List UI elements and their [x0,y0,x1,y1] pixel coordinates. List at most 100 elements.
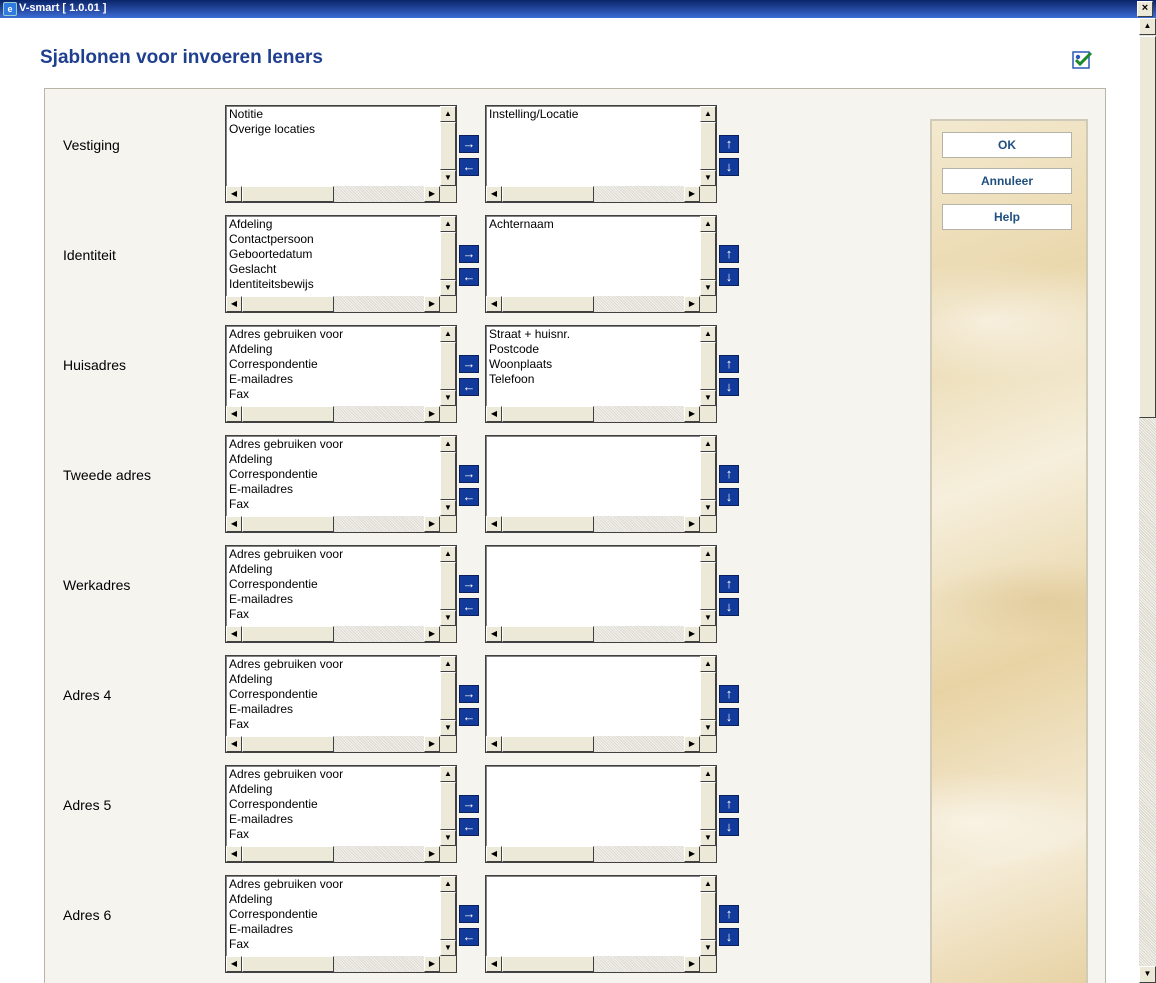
add-field-arrow-button[interactable]: → [459,355,479,373]
listbox-vertical-scrollbar[interactable]: ▲ ▼ [700,876,716,956]
list-item[interactable]: Afdeling [229,217,437,232]
scroll-thumb[interactable] [440,452,456,500]
scroll-down-button[interactable]: ▼ [700,390,716,406]
remove-field-arrow-button[interactable]: ← [459,268,479,286]
scroll-down-button[interactable]: ▼ [700,720,716,736]
list-item[interactable]: Afdeling [229,342,437,357]
scroll-down-button[interactable]: ▼ [700,280,716,296]
list-item[interactable]: Notitie [229,107,437,122]
list-item[interactable]: Achternaam [489,217,697,232]
list-item[interactable]: Fax [229,827,437,842]
list-item[interactable]: Fax [229,497,437,512]
scroll-up-button[interactable]: ▲ [700,876,716,892]
list-item[interactable]: Fax [229,937,437,952]
scroll-down-button[interactable]: ▼ [440,940,456,956]
scroll-up-button[interactable]: ▲ [440,876,456,892]
remove-field-arrow-button[interactable]: ← [459,598,479,616]
scroll-down-button[interactable]: ▼ [440,390,456,406]
scroll-thumb[interactable] [242,956,334,972]
add-field-arrow-button[interactable]: → [459,245,479,263]
scroll-thumb[interactable] [502,956,594,972]
list-item[interactable]: Postcode [489,342,697,357]
listbox-vertical-scrollbar[interactable]: ▲ ▼ [440,876,456,956]
available-fields-list[interactable]: Adres gebruiken voor Afdeling Corresponden… [225,435,457,533]
list-item[interactable]: Afdeling [229,782,437,797]
listbox-vertical-scrollbar[interactable]: ▲ ▼ [440,766,456,846]
move-up-arrow-button[interactable]: ↑ [719,355,739,373]
scroll-thumb[interactable] [440,672,456,720]
add-field-arrow-button[interactable]: → [459,905,479,923]
scroll-down-button[interactable]: ▼ [440,170,456,186]
available-fields-list[interactable]: Adres gebruiken voor Afdeling Corresponden… [225,545,457,643]
scroll-up-button[interactable]: ▲ [700,106,716,122]
list-item[interactable]: Geboortedatum [229,247,437,262]
available-fields-list[interactable]: Adres gebruiken voor Afdeling Corresponden… [225,765,457,863]
scroll-left-button[interactable]: ◀ [486,956,502,972]
scroll-up-button[interactable]: ▲ [440,106,456,122]
scroll-down-button[interactable]: ▼ [700,940,716,956]
add-field-arrow-button[interactable]: → [459,135,479,153]
available-fields-list[interactable]: Adres gebruiken voor Afdeling Corresponden… [225,325,457,423]
listbox-vertical-scrollbar[interactable]: ▲ ▼ [700,216,716,296]
available-fields-list[interactable]: Adres gebruiken voor Afdeling Corresponden… [225,875,457,973]
list-item[interactable]: E-mailadres [229,592,437,607]
scroll-up-button[interactable]: ▲ [440,766,456,782]
scroll-left-button[interactable]: ◀ [226,956,242,972]
scroll-up-button[interactable]: ▲ [440,436,456,452]
list-item[interactable]: Correspondentie [229,907,437,922]
add-field-arrow-button[interactable]: → [459,575,479,593]
cancel-button[interactable]: Annuleer [942,168,1072,194]
selected-fields-list[interactable]: ▲ ▼ ◀ ▶ [485,765,717,863]
listbox-horizontal-scrollbar[interactable]: ◀ ▶ [226,956,440,972]
move-up-arrow-button[interactable]: ↑ [719,465,739,483]
scroll-down-button[interactable]: ▼ [440,280,456,296]
listbox-vertical-scrollbar[interactable]: ▲ ▼ [700,546,716,626]
move-down-arrow-button[interactable]: ↓ [719,708,739,726]
scroll-down-button[interactable]: ▼ [700,500,716,516]
list-item[interactable]: Correspondentie [229,797,437,812]
list-item[interactable]: Afdeling [229,452,437,467]
scroll-up-button[interactable]: ▲ [440,546,456,562]
scroll-up-button[interactable]: ▲ [700,766,716,782]
move-up-arrow-button[interactable]: ↑ [719,245,739,263]
list-item[interactable]: Afdeling [229,672,437,687]
list-item[interactable]: Adres gebruiken voor [229,437,437,452]
available-fields-list[interactable]: Notitie Overige locaties ▲ ▼ ◀ ▶ [225,105,457,203]
remove-field-arrow-button[interactable]: ← [459,708,479,726]
add-field-arrow-button[interactable]: → [459,685,479,703]
scroll-thumb[interactable] [440,562,456,610]
list-item[interactable]: Geslacht [229,262,437,277]
scroll-up-button[interactable]: ▲ [700,436,716,452]
scroll-up-button[interactable]: ▲ [440,326,456,342]
move-down-arrow-button[interactable]: ↓ [719,488,739,506]
scroll-right-button[interactable]: ▶ [684,956,700,972]
move-up-arrow-button[interactable]: ↑ [719,905,739,923]
list-item[interactable]: E-mailadres [229,812,437,827]
list-item[interactable]: Straat + huisnr. [489,327,697,342]
listbox-vertical-scrollbar[interactable]: ▲ ▼ [440,656,456,736]
scroll-thumb[interactable] [700,562,716,610]
scroll-up-button[interactable]: ▲ [700,656,716,672]
scroll-thumb[interactable] [700,782,716,830]
add-field-arrow-button[interactable]: → [459,465,479,483]
remove-field-arrow-button[interactable]: ← [459,818,479,836]
list-item[interactable]: Woonplaats [489,357,697,372]
list-item[interactable]: Instelling/Locatie [489,107,697,122]
list-item[interactable]: Correspondentie [229,357,437,372]
selected-fields-list[interactable]: Straat + huisnr. Postcode Woonplaats Telefo… [485,325,717,423]
listbox-vertical-scrollbar[interactable]: ▲ ▼ [440,546,456,626]
scroll-thumb[interactable] [700,122,716,170]
list-item[interactable]: Correspondentie [229,577,437,592]
selected-fields-list[interactable]: ▲ ▼ ◀ ▶ [485,655,717,753]
remove-field-arrow-button[interactable]: ← [459,928,479,946]
window-close-button[interactable]: × [1137,1,1153,17]
listbox-vertical-scrollbar[interactable]: ▲ ▼ [700,326,716,406]
list-item[interactable]: Adres gebruiken voor [229,877,437,892]
scroll-up-button[interactable]: ▲ [700,546,716,562]
add-field-arrow-button[interactable]: → [459,795,479,813]
scroll-down-button[interactable]: ▼ [440,720,456,736]
scroll-thumb[interactable] [700,892,716,940]
selected-fields-list[interactable]: ▲ ▼ ◀ ▶ [485,545,717,643]
scroll-right-button[interactable]: ▶ [424,956,440,972]
list-item[interactable]: Fax [229,387,437,402]
